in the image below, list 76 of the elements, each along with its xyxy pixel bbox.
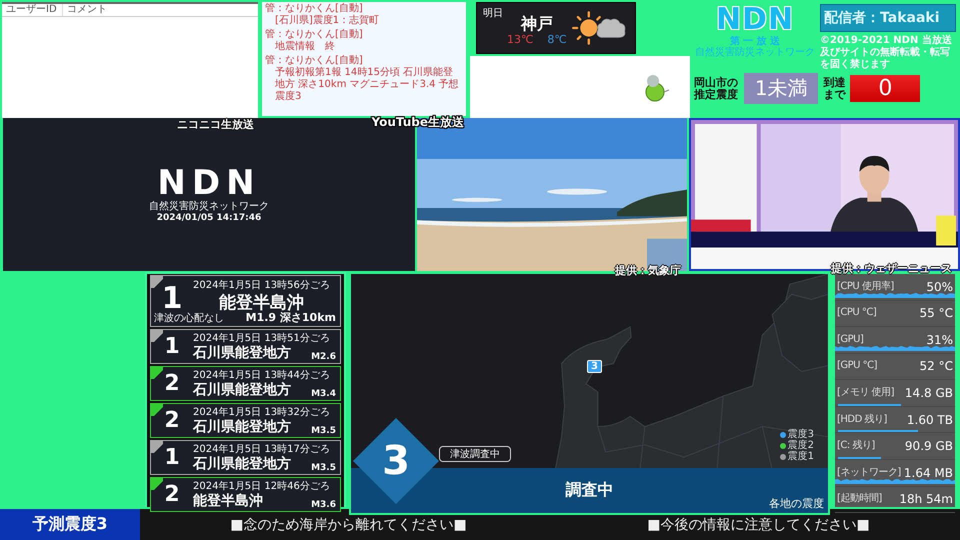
- quake-intensity: 1: [163, 445, 181, 470]
- legend-label: 震度3: [788, 430, 814, 440]
- ticker-message: ■今後の情報に注意してください■: [647, 516, 870, 534]
- stat-label: [メモリ 使用]: [837, 387, 894, 400]
- quake-place: 石川県能登地方: [193, 382, 291, 398]
- countdown: 0: [850, 75, 920, 102]
- stat-label: [C: 残り]: [837, 440, 875, 452]
- status-text: 調査中: [566, 480, 614, 501]
- stat-value: 55 °C: [920, 306, 953, 320]
- column-header: コメント: [66, 4, 108, 16]
- chat-message: [石川県]震度1：志賀町: [274, 15, 380, 27]
- local-intensity: 1未満: [744, 73, 818, 104]
- quake-place: 能登半島沖: [218, 292, 304, 313]
- stat-value: 52 °C: [920, 359, 953, 374]
- video-timestamp: 2024/01/05 14:17:46: [156, 212, 262, 223]
- arrival-label: 到達まで: [822, 76, 846, 100]
- chat-message: 地震情報 終: [274, 41, 336, 53]
- stat-label: [GPU °C]: [837, 360, 878, 372]
- logo: NDN: [716, 4, 794, 36]
- channel-name: 第 一 放 送: [730, 36, 780, 47]
- chat-user: 管：なりかくん[自動]: [265, 29, 364, 40]
- weather-day: 明日: [483, 6, 503, 20]
- quake-time: 2024年1月5日 13時44分ごろ: [193, 370, 330, 382]
- quake-intensity: 1: [163, 334, 181, 359]
- quake-place: 石川県能登地方: [193, 344, 291, 360]
- quake-time: 2024年1月5日 12時46分ごろ: [193, 480, 330, 492]
- quake-time: 2024年1月5日 13時56分ごろ: [193, 280, 330, 292]
- quake-place: 能登半島沖: [193, 492, 263, 508]
- low-temperature: 8℃: [547, 32, 567, 46]
- quake-magnitude: M1.9 深さ10km: [246, 311, 336, 325]
- quake-magnitude: M3.5: [311, 426, 336, 436]
- legend-label: 震度1: [788, 452, 814, 462]
- stat-value: 50%: [926, 280, 953, 294]
- quake-magnitude: M3.4: [311, 389, 336, 399]
- quake-intensity: 2: [163, 371, 181, 396]
- quake-magnitude: M2.6: [311, 352, 336, 362]
- legend-label: 震度2: [788, 441, 814, 451]
- video-logo: NDN: [157, 166, 261, 199]
- map-caption: 各地の震度: [769, 496, 824, 511]
- quake-time: 2024年1月5日 13時17分ごろ: [193, 444, 330, 456]
- stat-value: 18h 54m: [899, 492, 953, 506]
- quake-time: 2024年1月5日 13時32分ごろ: [193, 406, 330, 418]
- quake-magnitude: M3.5: [311, 463, 336, 473]
- column-header: ユーザーID: [2, 4, 63, 16]
- stat-value: 14.8 GB: [904, 386, 953, 400]
- high-temperature: 13℃: [507, 32, 534, 46]
- video-subtitle: 自然災害防災ネットワーク: [149, 200, 269, 213]
- forecast-label: 予測震度3: [0, 509, 140, 540]
- stat-label: [CPU °C]: [837, 307, 876, 320]
- stat-label: [起動時間]: [837, 493, 882, 506]
- stat-value: 90.9 GB: [904, 439, 953, 454]
- quake-magnitude: M3.6: [311, 500, 336, 510]
- ticker-message: ■念のため海岸から離れてください■: [230, 516, 467, 534]
- chat-user: 管：なりかくん[自動]: [265, 3, 364, 14]
- panel-label: ニコニコ生放送: [177, 117, 254, 132]
- stat-value: 1.60 TB: [906, 412, 953, 427]
- broadcaster-banner: 配信者：Takaaki: [820, 4, 956, 32]
- quake-time: 2024年1月5日 13時51分ごろ: [193, 332, 330, 344]
- stat-label: [GPU]: [837, 334, 864, 346]
- quake-place: 石川県能登地方: [193, 456, 291, 472]
- quake-place: 石川県能登地方: [193, 418, 291, 434]
- network-name: 自然災害防災ネットワーク: [695, 47, 815, 58]
- stat-label: [ネットワーク]: [837, 466, 901, 479]
- intensity-marker: 3: [587, 360, 602, 373]
- tsunami-tag: 津波調査中: [439, 446, 511, 462]
- stat-label: [CPU 使用率]: [837, 280, 894, 293]
- stat-value: 31%: [926, 332, 953, 347]
- local-intensity-label: 岡山市の推定震度: [694, 76, 739, 100]
- quake-intensity: 2: [163, 482, 181, 507]
- weather-city: 神戸: [520, 14, 553, 32]
- quake-intensity: 2: [163, 408, 181, 433]
- chat-message: 予報初報第1報 14時15分頃 石川県能登地方 深さ10km マグニチュード3.4 予想震度3: [274, 67, 460, 103]
- chat-user: 管：なりかくん[自動]: [265, 55, 364, 66]
- stat-value: 1.64 MB: [904, 466, 953, 480]
- stat-label: [HDD 残り]: [837, 414, 887, 426]
- copyright-notice: ©2019-2021 NDN 当放送及びサイトの無断転載・転写を固く禁じます: [820, 35, 953, 71]
